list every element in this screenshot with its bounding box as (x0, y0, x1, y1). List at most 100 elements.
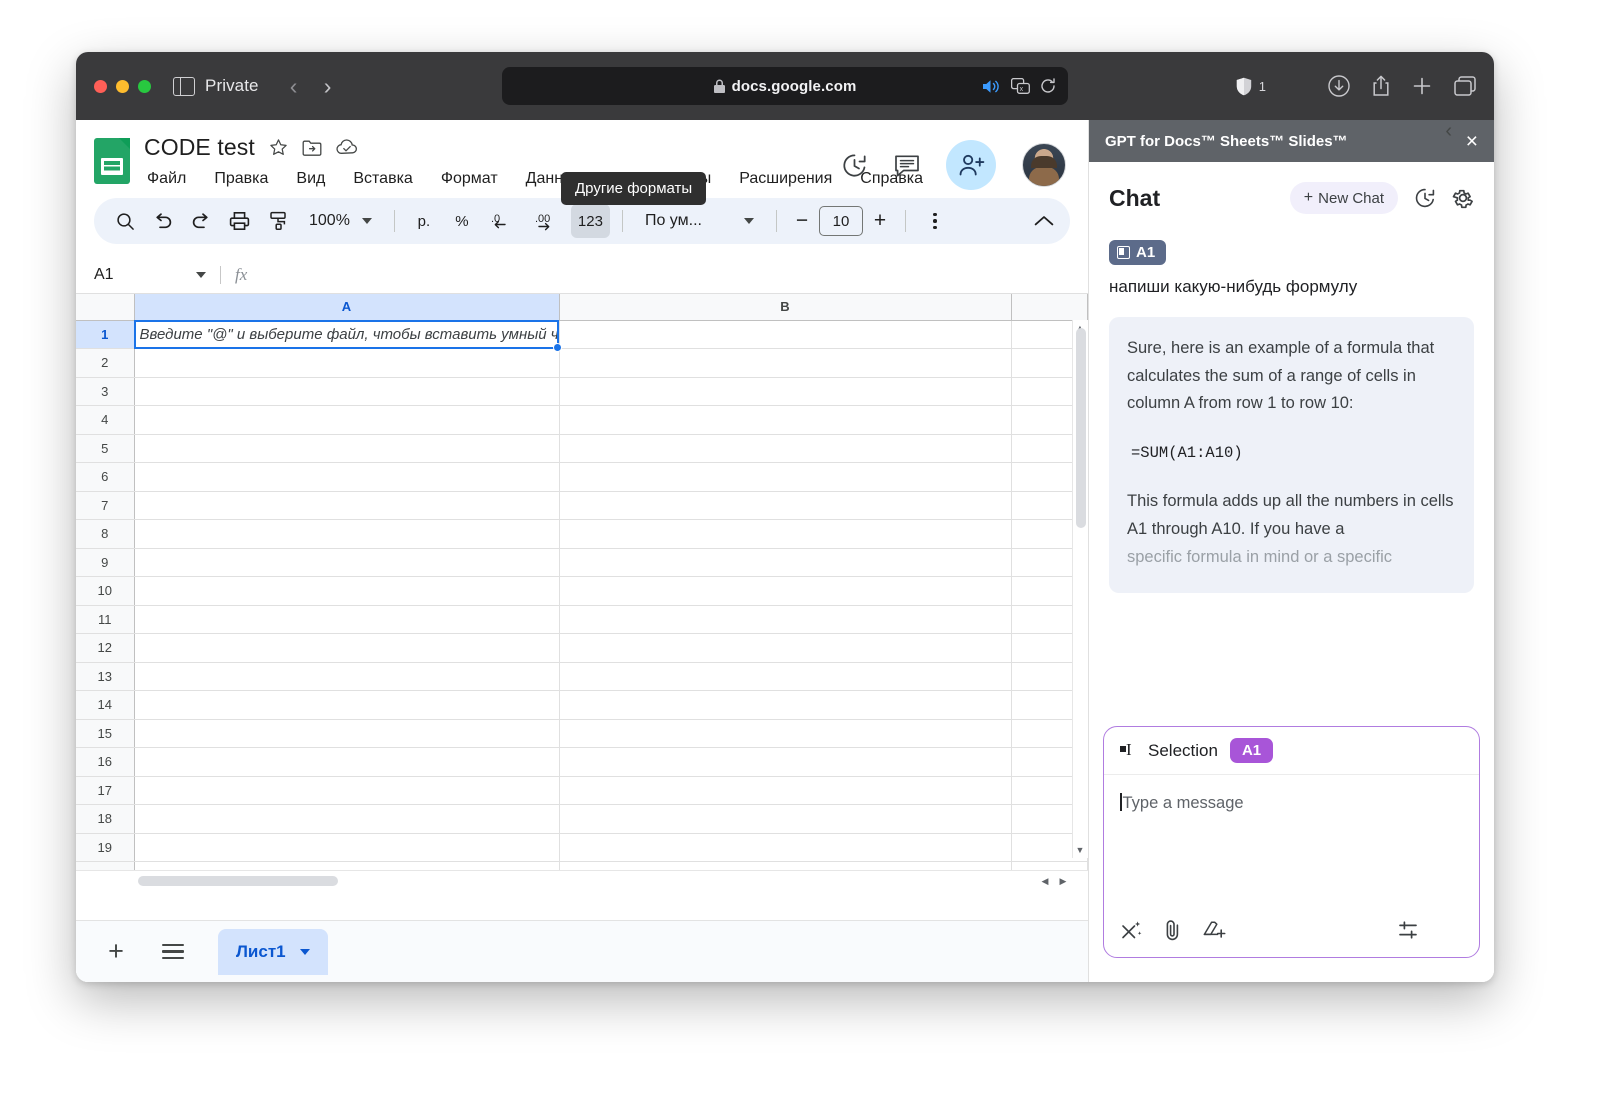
row-header-13[interactable]: 13 (76, 662, 134, 691)
cell-a13[interactable] (134, 662, 559, 691)
cell-b19[interactable] (559, 833, 1011, 862)
zoom-selector[interactable]: 100% (299, 204, 382, 238)
cloud-saved-icon[interactable] (336, 139, 358, 156)
cell-b15[interactable] (559, 719, 1011, 748)
scroll-left-button[interactable]: ◀ (1038, 875, 1052, 889)
sidebar-icon[interactable] (173, 77, 195, 96)
row-header-19[interactable]: 19 (76, 833, 134, 862)
close-window-button[interactable] (94, 80, 107, 93)
cell-a6[interactable] (134, 463, 559, 492)
menu-format[interactable]: Формат (438, 168, 501, 190)
cell-a3[interactable] (134, 377, 559, 406)
cell-a12[interactable] (134, 634, 559, 663)
row-header-14[interactable]: 14 (76, 691, 134, 720)
search-icon[interactable] (108, 204, 142, 238)
history-icon[interactable] (1414, 187, 1436, 209)
tabs-overview-icon[interactable] (1454, 76, 1476, 96)
collapse-panel-icon[interactable]: ‹ (1445, 120, 1452, 143)
sheet-tab-list1[interactable]: Лист1 (218, 929, 328, 975)
drive-add-icon[interactable] (1202, 919, 1226, 941)
column-header-b[interactable]: B (559, 294, 1011, 320)
row-header-12[interactable]: 12 (76, 634, 134, 663)
select-all-corner[interactable] (76, 294, 134, 320)
reload-icon[interactable] (1040, 78, 1056, 94)
version-history-icon[interactable] (841, 152, 868, 179)
row-header-16[interactable]: 16 (76, 748, 134, 777)
paint-format-icon[interactable] (261, 204, 295, 238)
name-box[interactable]: A1 (94, 266, 214, 284)
row-header-10[interactable]: 10 (76, 577, 134, 606)
cell-a5[interactable] (134, 434, 559, 463)
row-header-11[interactable]: 11 (76, 605, 134, 634)
font-size-input[interactable]: 10 (819, 206, 863, 236)
row-header-5[interactable]: 5 (76, 434, 134, 463)
row-header-2[interactable]: 2 (76, 349, 134, 378)
page-title[interactable]: CODE test (144, 134, 255, 161)
cell-b12[interactable] (559, 634, 1011, 663)
column-header-a[interactable]: A (134, 294, 559, 320)
comment-icon[interactable] (894, 153, 920, 178)
column-header-c[interactable] (1011, 294, 1088, 320)
cell-b3[interactable] (559, 377, 1011, 406)
cell-a16[interactable] (134, 748, 559, 777)
menu-view[interactable]: Вид (293, 168, 328, 190)
share-icon[interactable] (1372, 75, 1390, 97)
gear-icon[interactable] (1452, 187, 1474, 209)
window-controls[interactable] (94, 80, 151, 93)
cell-b5[interactable] (559, 434, 1011, 463)
cell-a1[interactable]: Введите "@" и выберите файл, чтобы встав… (134, 320, 559, 349)
shield-icon[interactable] (1236, 77, 1252, 96)
cell-b10[interactable] (559, 577, 1011, 606)
decrease-decimal-button[interactable]: .0 (483, 204, 523, 238)
row-header-18[interactable]: 18 (76, 805, 134, 834)
row-header-1[interactable]: 1 (76, 320, 134, 349)
cell-b1[interactable] (559, 320, 1011, 349)
close-icon[interactable]: × (1466, 131, 1478, 152)
percent-format-button[interactable]: % (445, 204, 479, 238)
avatar[interactable] (1022, 143, 1066, 187)
address-bar[interactable]: docs.google.com x (502, 67, 1068, 105)
move-to-folder-icon[interactable] (302, 139, 322, 157)
print-icon[interactable] (222, 204, 257, 238)
cell-a17[interactable] (134, 776, 559, 805)
cell-a9[interactable] (134, 548, 559, 577)
undo-icon[interactable] (146, 204, 180, 238)
cell-b9[interactable] (559, 548, 1011, 577)
cell-b14[interactable] (559, 691, 1011, 720)
add-sheet-button[interactable]: + (98, 936, 134, 967)
back-button[interactable]: ‹ (277, 73, 311, 100)
vertical-scroll-thumb[interactable] (1076, 328, 1086, 528)
cell-a15[interactable] (134, 719, 559, 748)
download-icon[interactable] (1328, 75, 1350, 97)
menu-edit[interactable]: Правка (211, 168, 271, 190)
cell-reference-chip[interactable]: A1 (1109, 240, 1166, 265)
redo-icon[interactable] (184, 204, 218, 238)
cell-b7[interactable] (559, 491, 1011, 520)
row-header-6[interactable]: 6 (76, 463, 134, 492)
currency-format-button[interactable]: р. (407, 204, 441, 238)
font-selector[interactable]: По ум... (635, 204, 764, 238)
increase-font-size-button[interactable]: + (867, 209, 893, 233)
translate-icon[interactable]: x (1011, 78, 1030, 94)
cell-a8[interactable] (134, 520, 559, 549)
more-options-icon[interactable] (918, 204, 952, 238)
horizontal-scrollbar[interactable]: ◀ ▶ (76, 870, 1088, 892)
new-chat-button[interactable]: + New Chat (1290, 182, 1398, 214)
cell-a4[interactable] (134, 406, 559, 435)
cell-b18[interactable] (559, 805, 1011, 834)
cell-a2[interactable] (134, 349, 559, 378)
cell-b17[interactable] (559, 776, 1011, 805)
cell-b6[interactable] (559, 463, 1011, 492)
increase-decimal-button[interactable]: .00 (527, 204, 567, 238)
cell-b4[interactable] (559, 406, 1011, 435)
cell-a7[interactable] (134, 491, 559, 520)
more-formats-button[interactable]: 123 (571, 204, 610, 238)
minimize-window-button[interactable] (116, 80, 129, 93)
cell-b11[interactable] (559, 605, 1011, 634)
collapse-toolbar-icon[interactable] (1034, 215, 1054, 227)
row-header-9[interactable]: 9 (76, 548, 134, 577)
row-header-3[interactable]: 3 (76, 377, 134, 406)
new-tab-button[interactable] (1412, 76, 1432, 96)
maximize-window-button[interactable] (138, 80, 151, 93)
cell-b16[interactable] (559, 748, 1011, 777)
